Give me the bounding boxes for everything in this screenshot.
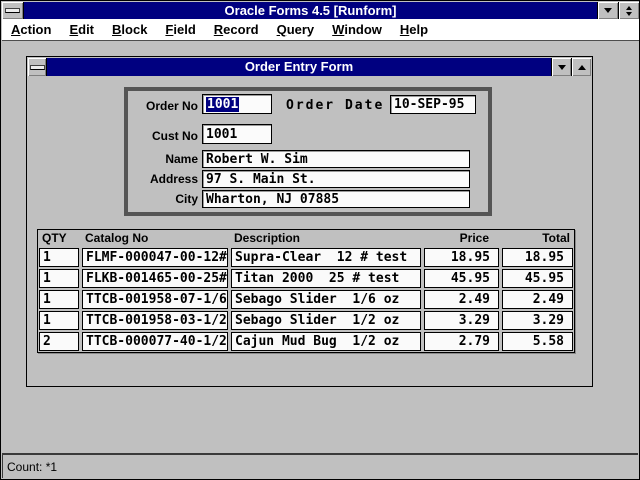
table-cell-r3-c2[interactable]: TTCB-001958-07-1/6 (82, 290, 228, 309)
control-menu-dash-icon (30, 65, 45, 70)
table-cell-r5-c3[interactable]: Cajun Mud Bug 1/2 oz (231, 332, 421, 351)
table-cell-r5-c2[interactable]: TTCB-000077-40-1/2 (82, 332, 228, 351)
menu-item-block[interactable]: Block (103, 20, 156, 40)
menu-item-record[interactable]: Record (205, 20, 268, 40)
order-entry-form-window: Order Entry Form Order No 1001 Order Dat… (26, 56, 593, 387)
city-field[interactable]: Wharton, NJ 07885 (202, 190, 470, 208)
form-title-bar[interactable]: Order Entry Form (28, 58, 591, 76)
column-header-description: Description (231, 231, 421, 246)
column-header-price: Price (424, 231, 499, 246)
status-bar: Count: *1 (2, 453, 638, 478)
table-cell-r4-c4[interactable]: 3.29 (424, 311, 499, 330)
city-label: City (128, 190, 198, 208)
table-cell-r1-c3[interactable]: Supra-Clear 12 # test (231, 248, 421, 267)
order-date-field[interactable]: 10-SEP-95 (390, 95, 476, 114)
table-cell-r2-c5[interactable]: 45.95 (502, 269, 573, 288)
form-control-menu-button[interactable] (28, 58, 47, 76)
table-cell-r4-c1[interactable]: 1 (39, 311, 79, 330)
table-cell-r3-c5[interactable]: 2.49 (502, 290, 573, 309)
app-control-menu-button[interactable] (2, 2, 24, 19)
table-cell-r1-c1[interactable]: 1 (39, 248, 79, 267)
menu-item-field[interactable]: Field (156, 20, 204, 40)
column-header-catalog-no: Catalog No (82, 231, 228, 246)
table-cell-r2-c3[interactable]: Titan 2000 25 # test (231, 269, 421, 288)
table-cell-r2-c2[interactable]: FLKB-001465-00-25# (82, 269, 228, 288)
name-label: Name (128, 150, 198, 168)
table-cell-r1-c2[interactable]: FLMF-000047-00-12# (82, 248, 228, 267)
items-table-grid: QTYCatalog NoDescriptionPriceTotal1FLMF-… (39, 231, 573, 351)
column-header-qty: QTY (39, 231, 79, 246)
status-count-text: Count: *1 (7, 460, 57, 474)
menu-item-query[interactable]: Query (268, 20, 324, 40)
table-cell-r4-c2[interactable]: TTCB-001958-03-1/2 (82, 311, 228, 330)
menu-item-help[interactable]: Help (391, 20, 437, 40)
table-cell-r2-c4[interactable]: 45.95 (424, 269, 499, 288)
down-arrow-icon (626, 12, 632, 16)
up-arrow-icon (578, 65, 586, 70)
application-window: Oracle Forms 4.5 [Runform] ActionEditBlo… (0, 0, 640, 480)
items-table: QTYCatalog NoDescriptionPriceTotal1FLMF-… (37, 229, 575, 353)
table-cell-r3-c3[interactable]: Sebago Slider 1/6 oz (231, 290, 421, 309)
down-arrow-icon (558, 65, 566, 70)
table-cell-r3-c4[interactable]: 2.49 (424, 290, 499, 309)
address-label: Address (128, 170, 198, 188)
menu-item-edit[interactable]: Edit (60, 20, 103, 40)
order-header-panel: Order No 1001 Order Date 10-SEP-95 Cust … (124, 87, 492, 216)
table-cell-r4-c3[interactable]: Sebago Slider 1/2 oz (231, 311, 421, 330)
address-field[interactable]: 97 S. Main St. (202, 170, 470, 188)
name-field[interactable]: Robert W. Sim (202, 150, 470, 168)
table-cell-r3-c1[interactable]: 1 (39, 290, 79, 309)
form-maximize-button[interactable] (571, 58, 591, 76)
table-cell-r4-c5[interactable]: 3.29 (502, 311, 573, 330)
order-no-selected-text: 1001 (206, 97, 239, 112)
cust-no-label: Cust No (128, 126, 198, 146)
app-title: Oracle Forms 4.5 [Runform] (24, 2, 597, 19)
table-cell-r1-c4[interactable]: 18.95 (424, 248, 499, 267)
cust-no-field[interactable]: 1001 (202, 124, 272, 144)
table-cell-r5-c4[interactable]: 2.79 (424, 332, 499, 351)
app-minimize-button[interactable] (597, 2, 618, 19)
app-restore-button[interactable] (618, 2, 639, 19)
menu-item-window[interactable]: Window (323, 20, 391, 40)
order-date-label: Order Date (286, 96, 384, 116)
control-menu-dash-icon (5, 8, 20, 13)
table-cell-r5-c1[interactable]: 2 (39, 332, 79, 351)
app-title-bar[interactable]: Oracle Forms 4.5 [Runform] (2, 2, 639, 19)
column-header-total: Total (502, 231, 573, 246)
table-cell-r2-c1[interactable]: 1 (39, 269, 79, 288)
order-no-field[interactable]: 1001 (202, 94, 272, 114)
form-title: Order Entry Form (47, 58, 551, 76)
table-cell-r5-c5[interactable]: 5.58 (502, 332, 573, 351)
up-arrow-icon (626, 6, 632, 10)
order-no-label: Order No (128, 96, 198, 116)
table-cell-r1-c5[interactable]: 18.95 (502, 248, 573, 267)
down-arrow-icon (604, 8, 612, 13)
menu-bar: ActionEditBlockFieldRecordQueryWindowHel… (2, 19, 639, 41)
form-minimize-button[interactable] (551, 58, 571, 76)
menu-item-action[interactable]: Action (2, 20, 60, 40)
